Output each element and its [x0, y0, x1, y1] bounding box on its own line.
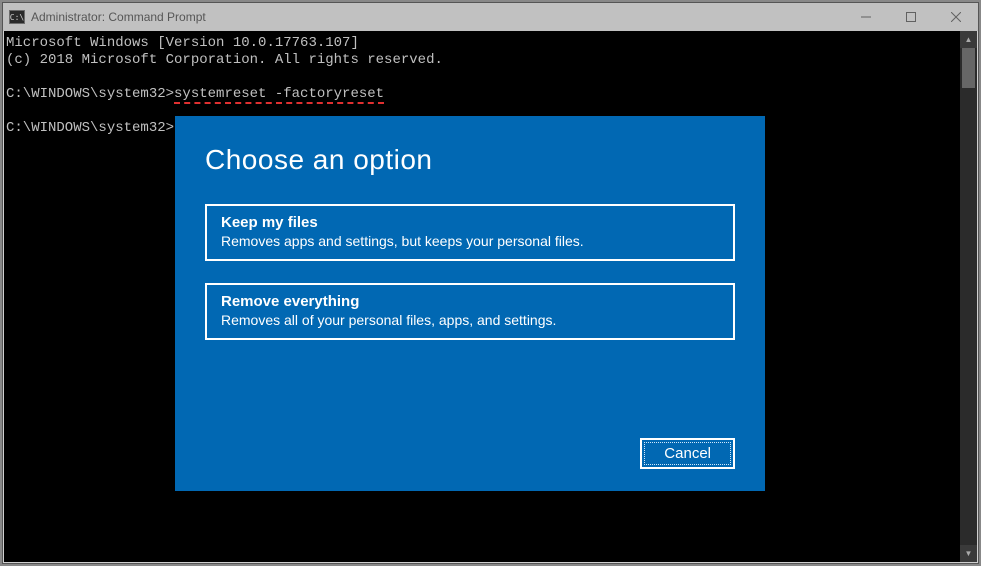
close-button[interactable]: [933, 3, 978, 31]
maximize-button[interactable]: [888, 3, 933, 31]
console-command-highlighted: systemreset -factoryreset: [174, 86, 384, 104]
option-description: Removes apps and settings, but keeps you…: [221, 233, 719, 249]
option-title: Keep my files: [221, 214, 719, 231]
option-title: Remove everything: [221, 293, 719, 310]
window-controls: [843, 3, 978, 31]
scroll-down-arrow-icon[interactable]: ▼: [960, 545, 977, 562]
dialog-title: Choose an option: [205, 144, 735, 176]
scrollbar-track[interactable]: [960, 48, 977, 545]
minimize-icon: [861, 12, 871, 22]
scrollbar-thumb[interactable]: [962, 48, 975, 88]
window-title: Administrator: Command Prompt: [31, 10, 843, 24]
minimize-button[interactable]: [843, 3, 888, 31]
cmd-icon: C:\: [9, 10, 25, 24]
titlebar[interactable]: C:\ Administrator: Command Prompt: [3, 3, 978, 31]
reset-dialog: Choose an option Keep my files Removes a…: [175, 116, 765, 491]
option-description: Removes all of your personal files, apps…: [221, 312, 719, 328]
scroll-up-arrow-icon[interactable]: ▲: [960, 31, 977, 48]
command-prompt-window: C:\ Administrator: Command Prompt Micros…: [2, 2, 979, 564]
cancel-button[interactable]: Cancel: [640, 438, 735, 469]
console-line: (c) 2018 Microsoft Corporation. All righ…: [6, 52, 443, 68]
option-remove-everything[interactable]: Remove everything Removes all of your pe…: [205, 283, 735, 340]
console-prompt: C:\WINDOWS\system32>: [6, 120, 174, 136]
dialog-footer: Cancel: [640, 438, 735, 469]
console-line: Microsoft Windows [Version 10.0.17763.10…: [6, 35, 359, 51]
vertical-scrollbar[interactable]: ▲ ▼: [960, 31, 977, 562]
option-keep-my-files[interactable]: Keep my files Removes apps and settings,…: [205, 204, 735, 261]
console-prompt: C:\WINDOWS\system32>: [6, 86, 174, 102]
close-icon: [951, 12, 961, 22]
maximize-icon: [906, 12, 916, 22]
